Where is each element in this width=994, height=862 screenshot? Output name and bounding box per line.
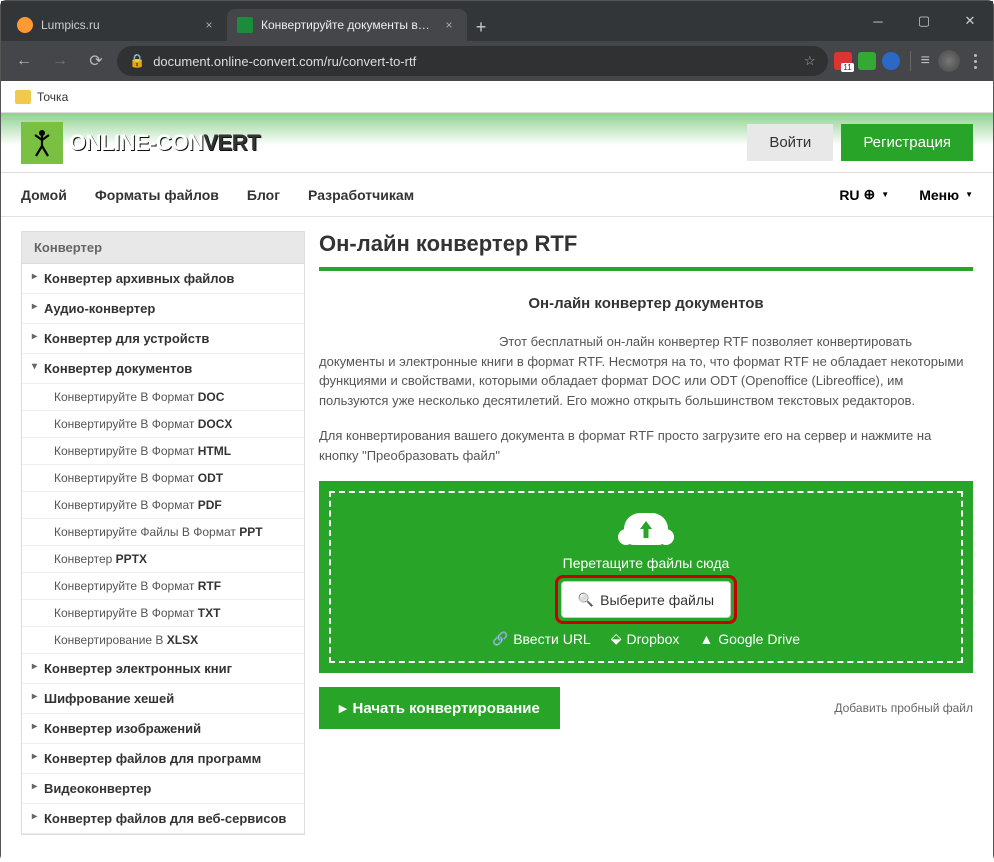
dropbox-icon: ⬙ [611, 630, 622, 647]
main-nav: Домой Форматы файлов Блог Разработчикам … [1, 173, 993, 217]
favicon-icon [17, 17, 33, 33]
reload-button[interactable]: ⟳ [81, 46, 111, 76]
back-button[interactable]: ← [9, 46, 39, 76]
sidebar-item-software[interactable]: Конвертер файлов для программ [22, 744, 304, 774]
sub-heading: Он-лайн конвертер документов [319, 295, 973, 312]
close-icon[interactable]: × [441, 18, 457, 32]
description-1: Этот бесплатный он-лайн конвертер RTF по… [319, 332, 973, 410]
sidebar-item-audio[interactable]: Аудио-конвертер [22, 294, 304, 324]
login-button[interactable]: Войти [747, 124, 833, 161]
sidebar-subitem[interactable]: Конвертируйте Файлы В Формат PPT [22, 519, 304, 546]
add-sample-link[interactable]: Добавить пробный файл [834, 701, 973, 715]
sidebar-item-video[interactable]: Видеоконвертер [22, 774, 304, 804]
link-icon [492, 630, 508, 647]
cloud-upload-icon [624, 513, 668, 545]
folder-icon [15, 90, 31, 104]
browser-toolbar: ← → ⟳ 🔒 document.online-convert.com/ru/c… [1, 41, 993, 81]
sidebar-item-image[interactable]: Конвертер изображений [22, 714, 304, 744]
sidebar-subitem[interactable]: Конвертируйте В Формат PDF [22, 492, 304, 519]
browser-menu-button[interactable] [966, 54, 985, 69]
sidebar-item-webservice[interactable]: Конвертер файлов для веб-сервисов [22, 804, 304, 834]
dropzone-text: Перетащите файлы сюда [351, 555, 941, 571]
separator [910, 51, 911, 71]
choose-files-button[interactable]: Выберите файлы [561, 581, 731, 618]
sidebar-item-document[interactable]: Конвертер документов [22, 354, 304, 384]
bookmark-star-icon[interactable]: ☆ [804, 53, 816, 69]
start-convert-button[interactable]: ▸Начать конвертирование [319, 687, 560, 729]
nav-formats[interactable]: Форматы файлов [95, 187, 219, 203]
close-window-button[interactable]: ✕ [947, 1, 993, 41]
tab-lumpics[interactable]: Lumpics.ru × [7, 9, 227, 41]
site-logo[interactable]: ONLINE-CONVERT [21, 122, 260, 164]
nav-menu[interactable]: Меню [919, 186, 973, 203]
globe-icon [864, 186, 876, 203]
new-tab-button[interactable]: + [467, 13, 495, 41]
tab-title: Конвертируйте документы в фо [261, 18, 433, 32]
nav-developers[interactable]: Разработчикам [308, 187, 414, 203]
sidebar-subitem[interactable]: Конвертируйте В Формат DOC [22, 384, 304, 411]
window-controls: ─ ▢ ✕ [855, 1, 993, 41]
tab-online-convert[interactable]: Конвертируйте документы в фо × [227, 9, 467, 41]
maximize-button[interactable]: ▢ [901, 1, 947, 41]
logo-text: ONLINE-CONVERT [69, 130, 260, 156]
page-title: Он-лайн конвертер RTF [319, 231, 973, 257]
enter-url-option[interactable]: Ввести URL [492, 630, 591, 647]
dropzone[interactable]: Перетащите файлы сюда Выберите файлы Вве… [319, 481, 973, 673]
logo-icon [21, 122, 63, 164]
sidebar: Конвертер Конвертер архивных файлов Ауди… [21, 231, 305, 835]
page-content: ONLINE-CONVERT Войти Регистрация Домой Ф… [1, 113, 993, 862]
lock-icon: 🔒 [129, 53, 145, 69]
main-content: Он-лайн конвертер RTF Он-лайн конвертер … [319, 231, 973, 835]
nav-blog[interactable]: Блог [247, 187, 280, 203]
sidebar-item-archive[interactable]: Конвертер архивных файлов [22, 264, 304, 294]
sidebar-subitem[interactable]: Конвертирование В XLSX [22, 627, 304, 654]
reading-list-icon[interactable] [921, 52, 932, 70]
favicon-icon [237, 17, 253, 33]
profile-avatar[interactable] [938, 50, 960, 72]
sidebar-subitem[interactable]: Конвертируйте В Формат RTF [22, 573, 304, 600]
browser-titlebar: Lumpics.ru × Конвертируйте документы в ф… [1, 1, 993, 41]
sidebar-subitem[interactable]: Конвертер PPTX [22, 546, 304, 573]
nav-home[interactable]: Домой [21, 187, 67, 203]
register-button[interactable]: Регистрация [841, 124, 973, 161]
gdrive-option[interactable]: ▲Google Drive [699, 630, 800, 647]
sidebar-title: Конвертер [22, 232, 304, 264]
tab-title: Lumpics.ru [41, 18, 193, 32]
chevron-right-icon: ▸ [339, 699, 347, 717]
sidebar-subitem[interactable]: Конвертируйте В Формат ODT [22, 465, 304, 492]
sidebar-subitem[interactable]: Конвертируйте В Формат HTML [22, 438, 304, 465]
extension-music-icon[interactable] [858, 52, 876, 70]
bookmarks-bar: Точка [1, 81, 993, 113]
lang-selector[interactable]: RU [839, 186, 889, 203]
extension-blue-icon[interactable] [882, 52, 900, 70]
sidebar-item-hash[interactable]: Шифрование хешей [22, 684, 304, 714]
forward-button[interactable]: → [45, 46, 75, 76]
description-2: Для конвертирования вашего документа в ф… [319, 426, 973, 465]
gdrive-icon: ▲ [699, 631, 713, 647]
sidebar-item-ebook[interactable]: Конвертер электронных книг [22, 654, 304, 684]
minimize-button[interactable]: ─ [855, 1, 901, 41]
dropbox-option[interactable]: ⬙Dropbox [611, 630, 680, 647]
site-header: ONLINE-CONVERT Войти Регистрация [1, 113, 993, 173]
sidebar-item-device[interactable]: Конвертер для устройств [22, 324, 304, 354]
sidebar-subitem[interactable]: Конвертируйте В Формат TXT [22, 600, 304, 627]
extension-adblock-icon[interactable] [834, 52, 852, 70]
address-bar[interactable]: 🔒 document.online-convert.com/ru/convert… [117, 46, 828, 76]
bookmark-item[interactable]: Точка [37, 90, 68, 104]
url-text: document.online-convert.com/ru/convert-t… [153, 54, 796, 69]
search-icon [578, 591, 594, 608]
divider [319, 267, 973, 271]
close-icon[interactable]: × [201, 18, 217, 32]
sidebar-subitem[interactable]: Конвертируйте В Формат DOCX [22, 411, 304, 438]
